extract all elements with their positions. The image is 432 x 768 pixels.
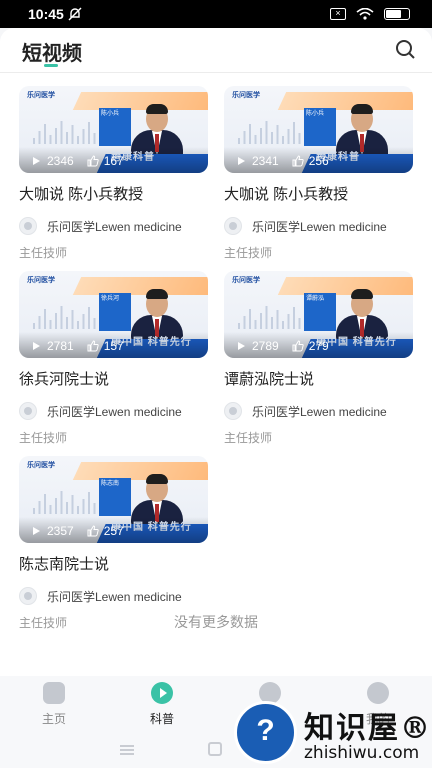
video-stats: 2357 257 <box>33 524 124 538</box>
author-row[interactable]: 乐问医学Lewen medicine <box>224 217 413 235</box>
author-name: 乐问医学Lewen medicine <box>252 219 387 234</box>
thumbnail-logo: 乐问医学 <box>232 277 260 284</box>
video-stats: 2346 167 <box>33 154 124 168</box>
thumbnail-namebox: 陈志南 <box>99 478 131 516</box>
author-row[interactable]: 乐问医学Lewen medicine <box>19 217 208 235</box>
tab-label: 科普 <box>149 712 174 726</box>
header-divider <box>0 72 432 73</box>
thumbnail-logo: 乐问医学 <box>27 462 55 469</box>
author-role: 主任技师 <box>224 431 273 445</box>
video-card[interactable]: 乐问医学 陈小兵 跨康科普 2341 256 大咖说 陈小兵教授 <box>224 86 413 261</box>
video-stats: 2341 256 <box>238 154 329 168</box>
title-underline <box>44 64 58 67</box>
video-thumbnail[interactable]: 乐问医学 陈志南 康中国 科普先行 2357 257 <box>19 456 208 543</box>
sim-icon: × <box>330 8 346 20</box>
like-count: 157 <box>103 339 124 353</box>
thumbs-up-icon <box>87 340 99 352</box>
author-avatar <box>224 217 242 235</box>
thumbs-up-icon <box>292 155 304 167</box>
page-title: 短视频 <box>22 43 82 65</box>
play-count: 2781 <box>47 339 74 353</box>
author-row[interactable]: 乐问医学Lewen medicine <box>19 402 208 420</box>
author-name: 乐问医学Lewen medicine <box>47 404 182 419</box>
thumbnail-namebox: 陈小兵 <box>99 108 131 146</box>
watermark-title: 知识屋® <box>304 711 432 746</box>
thumbs-up-icon <box>87 155 99 167</box>
tab-home[interactable]: 主页 <box>24 682 84 727</box>
play-icon <box>33 157 40 165</box>
thumbs-up-icon <box>87 525 99 537</box>
search-icon[interactable] <box>394 38 416 60</box>
video-title[interactable]: 陈志南院士说 <box>19 553 208 574</box>
video-title[interactable]: 徐兵河院士说 <box>19 368 208 389</box>
video-title[interactable]: 大咖说 陈小兵教授 <box>224 183 413 204</box>
thumbs-up-icon <box>292 340 304 352</box>
play-circle-icon <box>151 682 173 704</box>
watermark: ? 知识屋® zhishiwu.com <box>234 701 432 768</box>
author-avatar <box>19 587 37 605</box>
video-title[interactable]: 谭蔚泓院士说 <box>224 368 413 389</box>
author-role: 主任技师 <box>224 246 273 260</box>
author-row[interactable]: 乐问医学Lewen medicine <box>224 402 413 420</box>
author-avatar <box>19 402 37 420</box>
home-icon <box>43 682 65 704</box>
status-icons: × <box>330 8 410 20</box>
thumbnail-logo: 乐问医学 <box>232 92 260 99</box>
author-avatar <box>19 217 37 235</box>
home-square-icon[interactable] <box>208 742 222 756</box>
play-count: 2341 <box>252 154 279 168</box>
play-icon <box>33 527 40 535</box>
thumbnail-logo: 乐问医学 <box>27 277 55 284</box>
tab-label: 主页 <box>41 712 66 726</box>
video-card[interactable]: 乐问医学 谭蔚泓 康中国 科普先行 2789 279 谭蔚泓院士说 <box>224 271 413 446</box>
tab-science[interactable]: 科普 <box>132 682 192 727</box>
thumbnail-namebox: 徐兵河 <box>99 293 131 331</box>
battery-icon <box>384 8 410 20</box>
author-row[interactable]: 乐问医学Lewen medicine <box>19 587 208 605</box>
video-stats: 2789 279 <box>238 339 329 353</box>
author-role: 主任技师 <box>19 431 68 445</box>
no-more-data: 没有更多数据 <box>174 614 258 630</box>
wifi-icon <box>356 8 374 20</box>
play-count: 2357 <box>47 524 74 538</box>
video-stats: 2781 157 <box>33 339 124 353</box>
author-role: 主任技师 <box>19 246 68 260</box>
like-count: 279 <box>308 339 329 353</box>
mute-icon <box>68 7 82 21</box>
play-icon <box>238 157 245 165</box>
watermark-url: zhishiwu.com <box>304 743 420 763</box>
video-card[interactable]: 乐问医学 陈志南 康中国 科普先行 2357 257 陈志南院士说 <box>19 456 208 631</box>
play-count: 2789 <box>252 339 279 353</box>
video-card[interactable]: 乐问医学 陈小兵 跨康科普 2346 167 大咖说 陈小兵教授 <box>19 86 208 261</box>
video-title[interactable]: 大咖说 陈小兵教授 <box>19 183 208 204</box>
author-name: 乐问医学Lewen medicine <box>252 404 387 419</box>
thumbnail-namebox: 陈小兵 <box>304 108 336 146</box>
thumbnail-logo: 乐问医学 <box>27 92 55 99</box>
header: 短视频 <box>0 28 432 72</box>
like-count: 167 <box>103 154 124 168</box>
video-thumbnail[interactable]: 乐问医学 陈小兵 跨康科普 2346 167 <box>19 86 208 173</box>
thumbnail-namebox: 谭蔚泓 <box>304 293 336 331</box>
like-count: 257 <box>103 524 124 538</box>
author-name: 乐问医学Lewen medicine <box>47 219 182 234</box>
author-name: 乐问医学Lewen medicine <box>47 589 182 604</box>
like-count: 256 <box>308 154 329 168</box>
play-count: 2346 <box>47 154 74 168</box>
status-time: 10:45 <box>28 6 64 22</box>
video-thumbnail[interactable]: 乐问医学 徐兵河 康中国 科普先行 2781 157 <box>19 271 208 358</box>
author-avatar <box>224 402 242 420</box>
play-icon <box>33 342 40 350</box>
status-bar: 10:45 × <box>0 0 432 28</box>
play-icon <box>238 342 245 350</box>
video-thumbnail[interactable]: 乐问医学 谭蔚泓 康中国 科普先行 2789 279 <box>224 271 413 358</box>
watermark-logo-icon: ? <box>234 701 297 764</box>
video-thumbnail[interactable]: 乐问医学 陈小兵 跨康科普 2341 256 <box>224 86 413 173</box>
menu-icon[interactable] <box>120 744 134 756</box>
video-card[interactable]: 乐问医学 徐兵河 康中国 科普先行 2781 157 徐兵河院士说 <box>19 271 208 446</box>
